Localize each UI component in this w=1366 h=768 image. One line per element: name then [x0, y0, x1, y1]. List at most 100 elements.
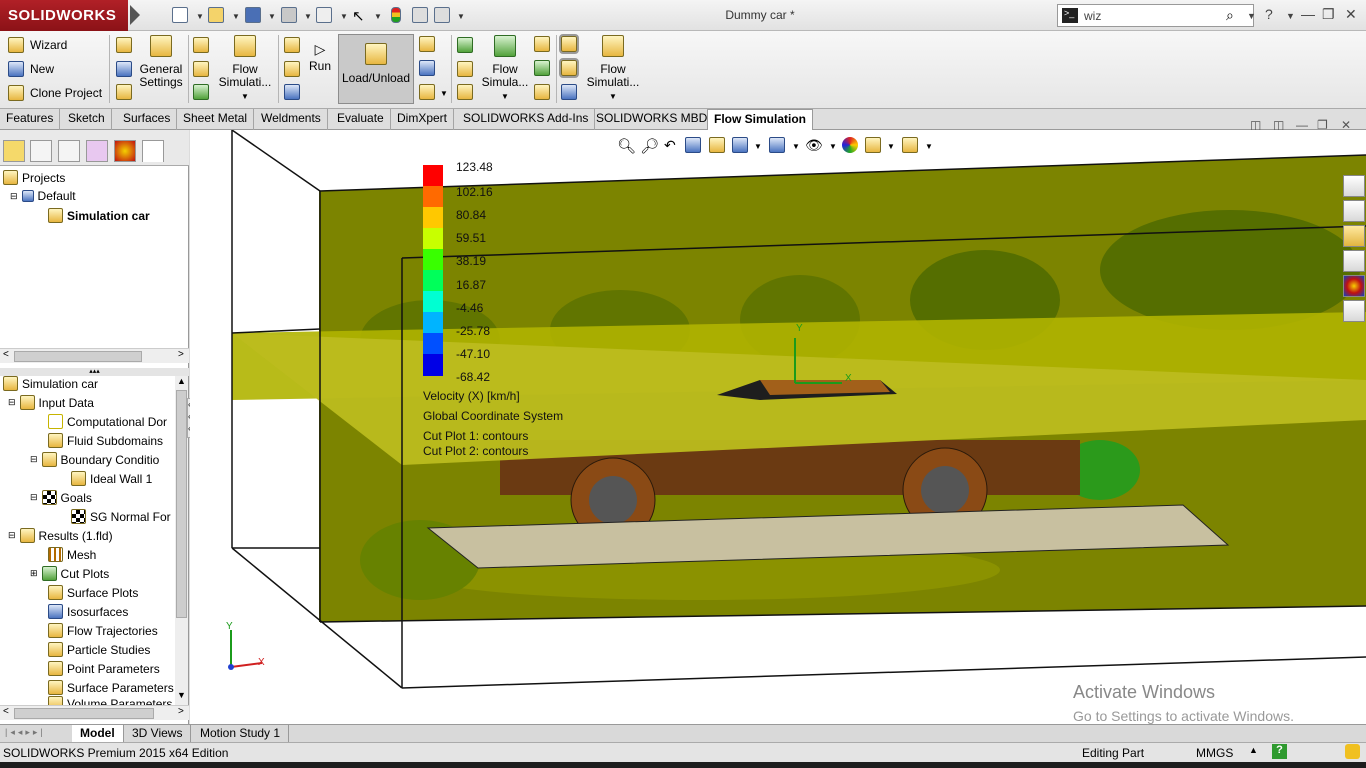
results-dropdown-icon[interactable]: ▼ — [440, 89, 448, 98]
probe-icon[interactable] — [419, 36, 435, 52]
view-settings-dropdown-icon[interactable]: ▼ — [925, 142, 933, 151]
custom-properties-icon[interactable] — [1343, 300, 1365, 322]
help-icon[interactable]: ? — [1265, 6, 1273, 22]
options-icon[interactable] — [434, 7, 450, 23]
feature-manager-tab-icon[interactable] — [3, 140, 25, 162]
units-text[interactable]: MMGS — [1196, 746, 1233, 760]
tab-sketch[interactable]: Sketch — [62, 109, 112, 130]
tree-volume-parameters[interactable]: Volume Parameters — [48, 696, 176, 705]
display-style-icon[interactable] — [769, 137, 785, 153]
wizard-button[interactable]: Wizard — [8, 34, 67, 56]
zoom-fit-icon[interactable]: 🔍︎ — [617, 137, 636, 155]
tab-3d-views[interactable]: 3D Views — [124, 725, 192, 742]
collapse-icon[interactable]: ⊟ — [10, 191, 18, 202]
search-box[interactable]: >_ wiz ⌕ — [1057, 4, 1254, 27]
search-icon[interactable]: ⌕ — [1226, 7, 1234, 24]
tab-evaluate[interactable]: Evaluate — [331, 109, 391, 130]
tree-input-data[interactable]: ⊟ Input Data — [8, 395, 94, 410]
help-dropdown-icon[interactable]: ▼ — [1286, 11, 1295, 21]
mesh-icon[interactable] — [284, 37, 300, 53]
tree-computational-domain[interactable]: Computational Dor — [48, 414, 167, 429]
display-manager-tab-icon[interactable] — [114, 140, 136, 162]
tab-dimxpert[interactable]: DimXpert — [391, 109, 455, 130]
tree-goals[interactable]: ⊟ Goals — [30, 490, 92, 505]
view-settings-icon[interactable] — [902, 137, 918, 153]
tab-weldments[interactable]: Weldments — [255, 109, 328, 130]
flow-sim3-caret-icon[interactable]: ▼ — [609, 92, 617, 101]
scroll-thumb[interactable] — [14, 351, 142, 362]
file-explorer-icon[interactable] — [1343, 225, 1365, 247]
tree-surface-plots[interactable]: Surface Plots — [48, 585, 138, 600]
zoom-area-icon[interactable]: 🔎︎ — [640, 137, 659, 155]
search-dropdown-icon[interactable]: ▼ — [1247, 11, 1256, 21]
flow-sim2-caret-icon[interactable]: ▼ — [501, 92, 509, 101]
tab-mbd[interactable]: SOLIDWORKS MBD — [590, 109, 715, 130]
save-results-icon[interactable] — [419, 60, 435, 76]
open-dropdown-icon[interactable]: ▼ — [232, 12, 240, 21]
new-dropdown-icon[interactable]: ▼ — [196, 12, 204, 21]
solver-icon[interactable] — [284, 84, 300, 100]
scroll-down-icon[interactable]: ▼ — [177, 690, 186, 700]
flow-simulation-button-2[interactable]: Flow Simula... ▼ — [478, 35, 532, 103]
flow-sim1-caret-icon[interactable]: ▼ — [241, 92, 249, 101]
dimxpert-tab-icon[interactable] — [86, 140, 108, 162]
lower-horizontal-scrollbar[interactable]: < > — [0, 705, 189, 720]
file-properties-icon[interactable] — [412, 7, 428, 23]
options-dropdown-icon[interactable]: ▼ — [457, 12, 465, 21]
appearances-icon[interactable] — [1343, 275, 1365, 297]
flow-simulation-tab-icon[interactable] — [142, 140, 164, 162]
command-prompt-icon[interactable]: >_ — [1062, 8, 1078, 23]
solidworks-logo[interactable]: SOLIDWORKS — [0, 0, 128, 31]
view-orientation-dropdown-icon[interactable]: ▼ — [754, 142, 762, 151]
display-style-dropdown-icon[interactable]: ▼ — [792, 142, 800, 151]
tree-flow-trajectories[interactable]: Flow Trajectories — [48, 623, 158, 638]
flow-simulation-button-3[interactable]: Flow Simulati... ▼ — [584, 35, 642, 103]
tree-boundary-conditions[interactable]: ⊟ Boundary Conditio — [30, 452, 159, 467]
tree-results[interactable]: ⊟ Results (1.fld) — [8, 528, 113, 543]
tree-scroll-thumb[interactable] — [176, 390, 187, 618]
results-options-icon[interactable] — [419, 84, 435, 100]
select-arrow-icon[interactable]: ↖ — [352, 7, 368, 25]
upper-horizontal-scrollbar[interactable]: < > — [0, 348, 189, 363]
help-status-icon[interactable]: ? — [1272, 744, 1287, 759]
tree-fluid-subdomains[interactable]: Fluid Subdomains — [48, 433, 163, 448]
view-orientation-icon[interactable] — [732, 137, 748, 153]
tree-mesh[interactable]: Mesh — [48, 547, 96, 562]
units-menu-icon[interactable]: ▲ — [1249, 745, 1258, 755]
flow-trajectory-icon[interactable] — [457, 84, 473, 100]
tree-simulation-car[interactable]: Simulation car — [48, 208, 150, 223]
tree-particle-studies[interactable]: Particle Studies — [48, 642, 150, 657]
view-palette-icon[interactable] — [1343, 250, 1365, 272]
general-settings-button[interactable]: General Settings — [138, 35, 184, 89]
print-dropdown-icon[interactable]: ▼ — [304, 12, 312, 21]
collapse-icon[interactable]: ⊟ — [8, 397, 16, 408]
tree-surface-parameters[interactable]: Surface Parameters — [48, 680, 174, 695]
tree-ideal-wall[interactable]: Ideal Wall 1 — [71, 471, 152, 486]
open-folder-icon[interactable] — [208, 7, 224, 23]
undo-icon[interactable] — [316, 7, 332, 23]
computational-domain-icon[interactable] — [193, 37, 209, 53]
units-icon[interactable] — [116, 84, 132, 100]
panel-splitter[interactable]: ▴▴▴ — [0, 368, 189, 376]
tab-motion-study[interactable]: Motion Study 1 — [192, 725, 290, 742]
scroll-left-icon[interactable]: < — [3, 706, 9, 717]
configuration-manager-tab-icon[interactable] — [58, 140, 80, 162]
print-icon[interactable] — [281, 7, 297, 23]
load-unload-button[interactable]: Load/Unload — [338, 34, 414, 104]
close-icon[interactable]: ✕ — [1345, 6, 1357, 23]
graphics-area[interactable] — [190, 130, 1366, 724]
dynamic-annotation-icon[interactable] — [709, 137, 725, 153]
customize-icon[interactable] — [116, 37, 132, 53]
solidworks-resources-icon[interactable] — [1343, 175, 1365, 197]
design-library-icon[interactable] — [1343, 200, 1365, 222]
previous-view-icon[interactable]: ↶ — [664, 137, 676, 154]
new-project-button[interactable]: New — [8, 58, 54, 80]
hide-show-icon[interactable]: 👁︎ — [805, 137, 823, 154]
tab-scroll-arrows-icon[interactable]: |◂◂▸▸| — [5, 727, 46, 738]
scroll-left-icon[interactable]: < — [3, 349, 9, 360]
tree-cut-plots[interactable]: ⊞ Cut Plots — [30, 566, 109, 581]
tab-features[interactable]: Features — [0, 109, 61, 130]
rebuild-icon[interactable] — [391, 7, 401, 23]
display-bulb-icon[interactable] — [559, 34, 579, 54]
tab-flow-simulation[interactable]: Flow Simulation — [707, 109, 813, 131]
